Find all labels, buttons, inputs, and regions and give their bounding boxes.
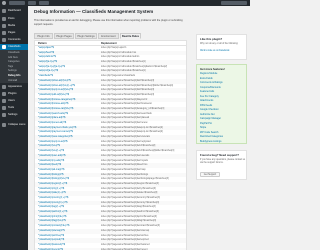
menu-item-media[interactable]: Media	[0, 23, 28, 29]
menu-item-posts[interactable]: Posts	[0, 16, 28, 22]
menu-item-label: Comments	[8, 38, 21, 41]
new-content-item[interactable]	[39, 1, 49, 5]
menu-item-label: Tools	[8, 106, 15, 109]
menu-item-classifieds[interactable]: Classifieds	[0, 44, 28, 50]
pages-icon	[2, 31, 6, 35]
site-name-item[interactable]	[9, 1, 25, 5]
menu-item-label: Settings	[8, 113, 18, 116]
menu-item-label: Dashboard	[8, 9, 21, 12]
classifieds-icon	[2, 45, 6, 49]
menu-item-tools[interactable]: Tools	[0, 105, 28, 111]
users-icon	[2, 99, 6, 103]
support-text: If you have any questions, please contac…	[200, 159, 246, 164]
premium-modules-list: Regions Module Extra Fields Comments & Rat…	[200, 72, 248, 144]
menu-item-label: Users	[8, 99, 15, 102]
menu-item-collapse[interactable]: Collapse menu	[0, 122, 28, 128]
appearance-icon	[2, 85, 6, 89]
tab-plugin-pages[interactable]: Plugin Pages	[54, 33, 74, 39]
plugins-icon	[2, 92, 6, 96]
support-box: Found a bug? Need support? If you have a…	[196, 150, 247, 180]
wordpress-logo-icon[interactable]	[2, 1, 6, 5]
like-plugin-text: Why not do any or all of the following:	[200, 43, 239, 45]
admin-sidebar-menu: Classifieds Add New Categories Tags Settings…	[0, 6, 28, 250]
like-plugin-title: Like this plugin?	[200, 37, 223, 41]
facebook-like-link[interactable]: Click to Like us on Facebook	[200, 50, 229, 53]
dashboard-icon	[2, 9, 6, 13]
menu-item-label: Collapse menu	[8, 123, 26, 126]
more-features-title: Get more features!	[200, 67, 225, 71]
menu-item-label: Media	[8, 24, 16, 27]
submenu-item[interactable]: Add New	[8, 56, 18, 60]
submenu-item[interactable]: Settings	[8, 69, 17, 73]
comments-item[interactable]	[28, 1, 36, 5]
module-link[interactable]: Buddypress Listings	[200, 140, 248, 145]
media-icon	[2, 24, 6, 28]
comments-icon	[2, 38, 6, 42]
main-content: Debug Information — Classifieds Manageme…	[30, 6, 250, 250]
menu-item-label: Classifieds	[8, 45, 21, 48]
tools-icon	[2, 106, 6, 110]
rewrite-rules-table: Pattern Replacement ^awpcp/ajax/?$ index.…	[34, 40, 187, 250]
tab-rewrite-rules[interactable]: Rewrite Rules	[120, 33, 141, 39]
submenu-item[interactable]: Debug Info	[8, 74, 20, 78]
menu-item-label: Plugins	[8, 92, 17, 95]
submenu-item[interactable]: Uninstall	[8, 79, 17, 83]
menu-item-label: Posts	[8, 17, 15, 20]
menu-item-appearance[interactable]: Appearance	[0, 84, 28, 90]
page-title: Debug Information — Classifieds Manageme…	[34, 9, 154, 14]
collapse-icon	[2, 123, 6, 127]
menu-item-settings[interactable]: Settings	[0, 112, 28, 118]
tab-environment[interactable]: Environment	[98, 33, 119, 39]
menu-item-dashboard[interactable]: Dashboard	[0, 8, 28, 14]
menu-item-users[interactable]: Users	[0, 98, 28, 104]
get-support-button[interactable]: Get Support	[200, 172, 220, 177]
menu-item-plugins[interactable]: Plugins	[0, 91, 28, 97]
settings-icon	[2, 113, 6, 117]
submenu-item[interactable]: Categories	[8, 60, 20, 64]
user-greeting-item[interactable]	[221, 1, 247, 5]
tab-plugin-info[interactable]: Plugin Info	[34, 33, 53, 39]
like-plugin-box: Like this plugin? Why not do any or all …	[196, 34, 247, 60]
page-intro: This information is provided as an aid f…	[34, 19, 183, 26]
menu-item-comments[interactable]: Comments	[0, 37, 28, 43]
more-features-box: Get more features! Regions Module Extra F…	[196, 64, 247, 144]
submenu-item[interactable]: Classifieds	[8, 51, 20, 55]
menu-item-label: Appearance	[8, 85, 22, 88]
support-title: Found a bug? Need support?	[200, 153, 239, 157]
menu-item-pages[interactable]: Pages	[0, 30, 28, 36]
tab-plugin-settings[interactable]: Plugin Settings	[75, 33, 97, 39]
classifieds-submenu: Classifieds Add New Categories Tags Settings…	[0, 45, 28, 83]
posts-icon	[2, 17, 6, 21]
submenu-item[interactable]: Tags	[8, 65, 13, 69]
menu-item-label: Pages	[8, 31, 16, 34]
